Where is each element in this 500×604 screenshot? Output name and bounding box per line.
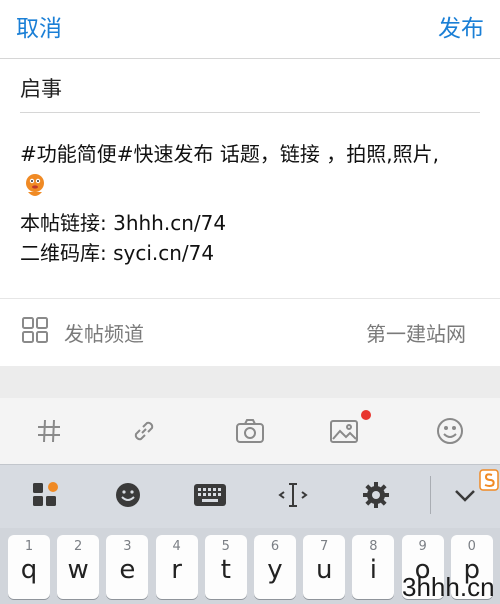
key-i[interactable]: 8i	[352, 535, 395, 599]
cursor-icon[interactable]	[278, 480, 308, 510]
key-number-label: 4	[172, 539, 181, 554]
gear-icon[interactable]	[362, 481, 390, 509]
key-number-label: 9	[418, 539, 427, 554]
sogou-logo-icon	[478, 468, 500, 492]
post-body-line-3[interactable]: 二维码库: syci.cn/74	[20, 237, 214, 266]
key-letter-label: e	[119, 555, 136, 585]
image-notify-dot	[361, 410, 371, 420]
camera-icon[interactable]	[232, 413, 268, 449]
key-letter-label: y	[267, 555, 283, 585]
kbd-emoji-icon[interactable]	[114, 481, 142, 509]
emoji-icon[interactable]	[432, 413, 468, 449]
key-t[interactable]: 5t	[204, 535, 247, 599]
channel-label: 发帖频道	[64, 322, 144, 346]
link-icon[interactable]	[126, 413, 162, 449]
hash-icon[interactable]	[31, 413, 67, 449]
title-divider	[20, 112, 480, 113]
key-number-label: 7	[320, 539, 329, 554]
key-w[interactable]: 2w	[57, 535, 100, 599]
key-y[interactable]: 6y	[254, 535, 296, 599]
bar-divider	[430, 476, 431, 514]
key-r[interactable]: 4r	[155, 535, 198, 599]
keyboard-toolbar	[0, 464, 500, 529]
key-letter-label: t	[220, 555, 231, 585]
apps-icon[interactable]	[31, 481, 59, 509]
key-q[interactable]: 1q	[8, 535, 50, 599]
post-title-field[interactable]: 启事	[20, 73, 62, 103]
collapse-icon[interactable]	[452, 485, 478, 505]
post-body-line-2[interactable]: 本帖链接: 3hhh.cn/74	[20, 207, 226, 236]
image-icon[interactable]	[326, 413, 362, 449]
key-letter-label: r	[171, 555, 182, 585]
keyboard-icon[interactable]	[193, 482, 227, 508]
grid-icon	[22, 317, 48, 343]
key-number-label: 8	[369, 539, 378, 554]
key-number-label: 5	[221, 539, 230, 554]
key-letter-label: u	[315, 555, 333, 585]
emoticon-icon	[22, 172, 48, 200]
channel-divider	[0, 298, 500, 299]
header-divider	[0, 58, 500, 59]
key-letter-label: q	[20, 555, 38, 585]
spacer-band	[0, 366, 500, 398]
channel-value[interactable]: 第一建站网	[366, 318, 466, 347]
publish-button[interactable]: 发布	[438, 9, 484, 43]
post-body-line-1[interactable]: #功能简便#快速发布 话题，链接 ，拍照,照片,	[20, 138, 439, 167]
key-letter-label: w	[67, 555, 89, 585]
key-letter-label: i	[369, 555, 377, 585]
key-number-label: 1	[24, 539, 34, 554]
key-number-label: 0	[467, 539, 476, 554]
key-e[interactable]: 3e	[106, 535, 149, 599]
cancel-button[interactable]: 取消	[16, 9, 62, 43]
watermark-text: 3hhh.cn	[402, 572, 495, 602]
key-number-label: 2	[74, 539, 83, 554]
key-number-label: 3	[123, 539, 132, 554]
top-bar	[0, 0, 500, 58]
key-u[interactable]: 7u	[303, 535, 346, 599]
key-number-label: 6	[270, 539, 280, 554]
